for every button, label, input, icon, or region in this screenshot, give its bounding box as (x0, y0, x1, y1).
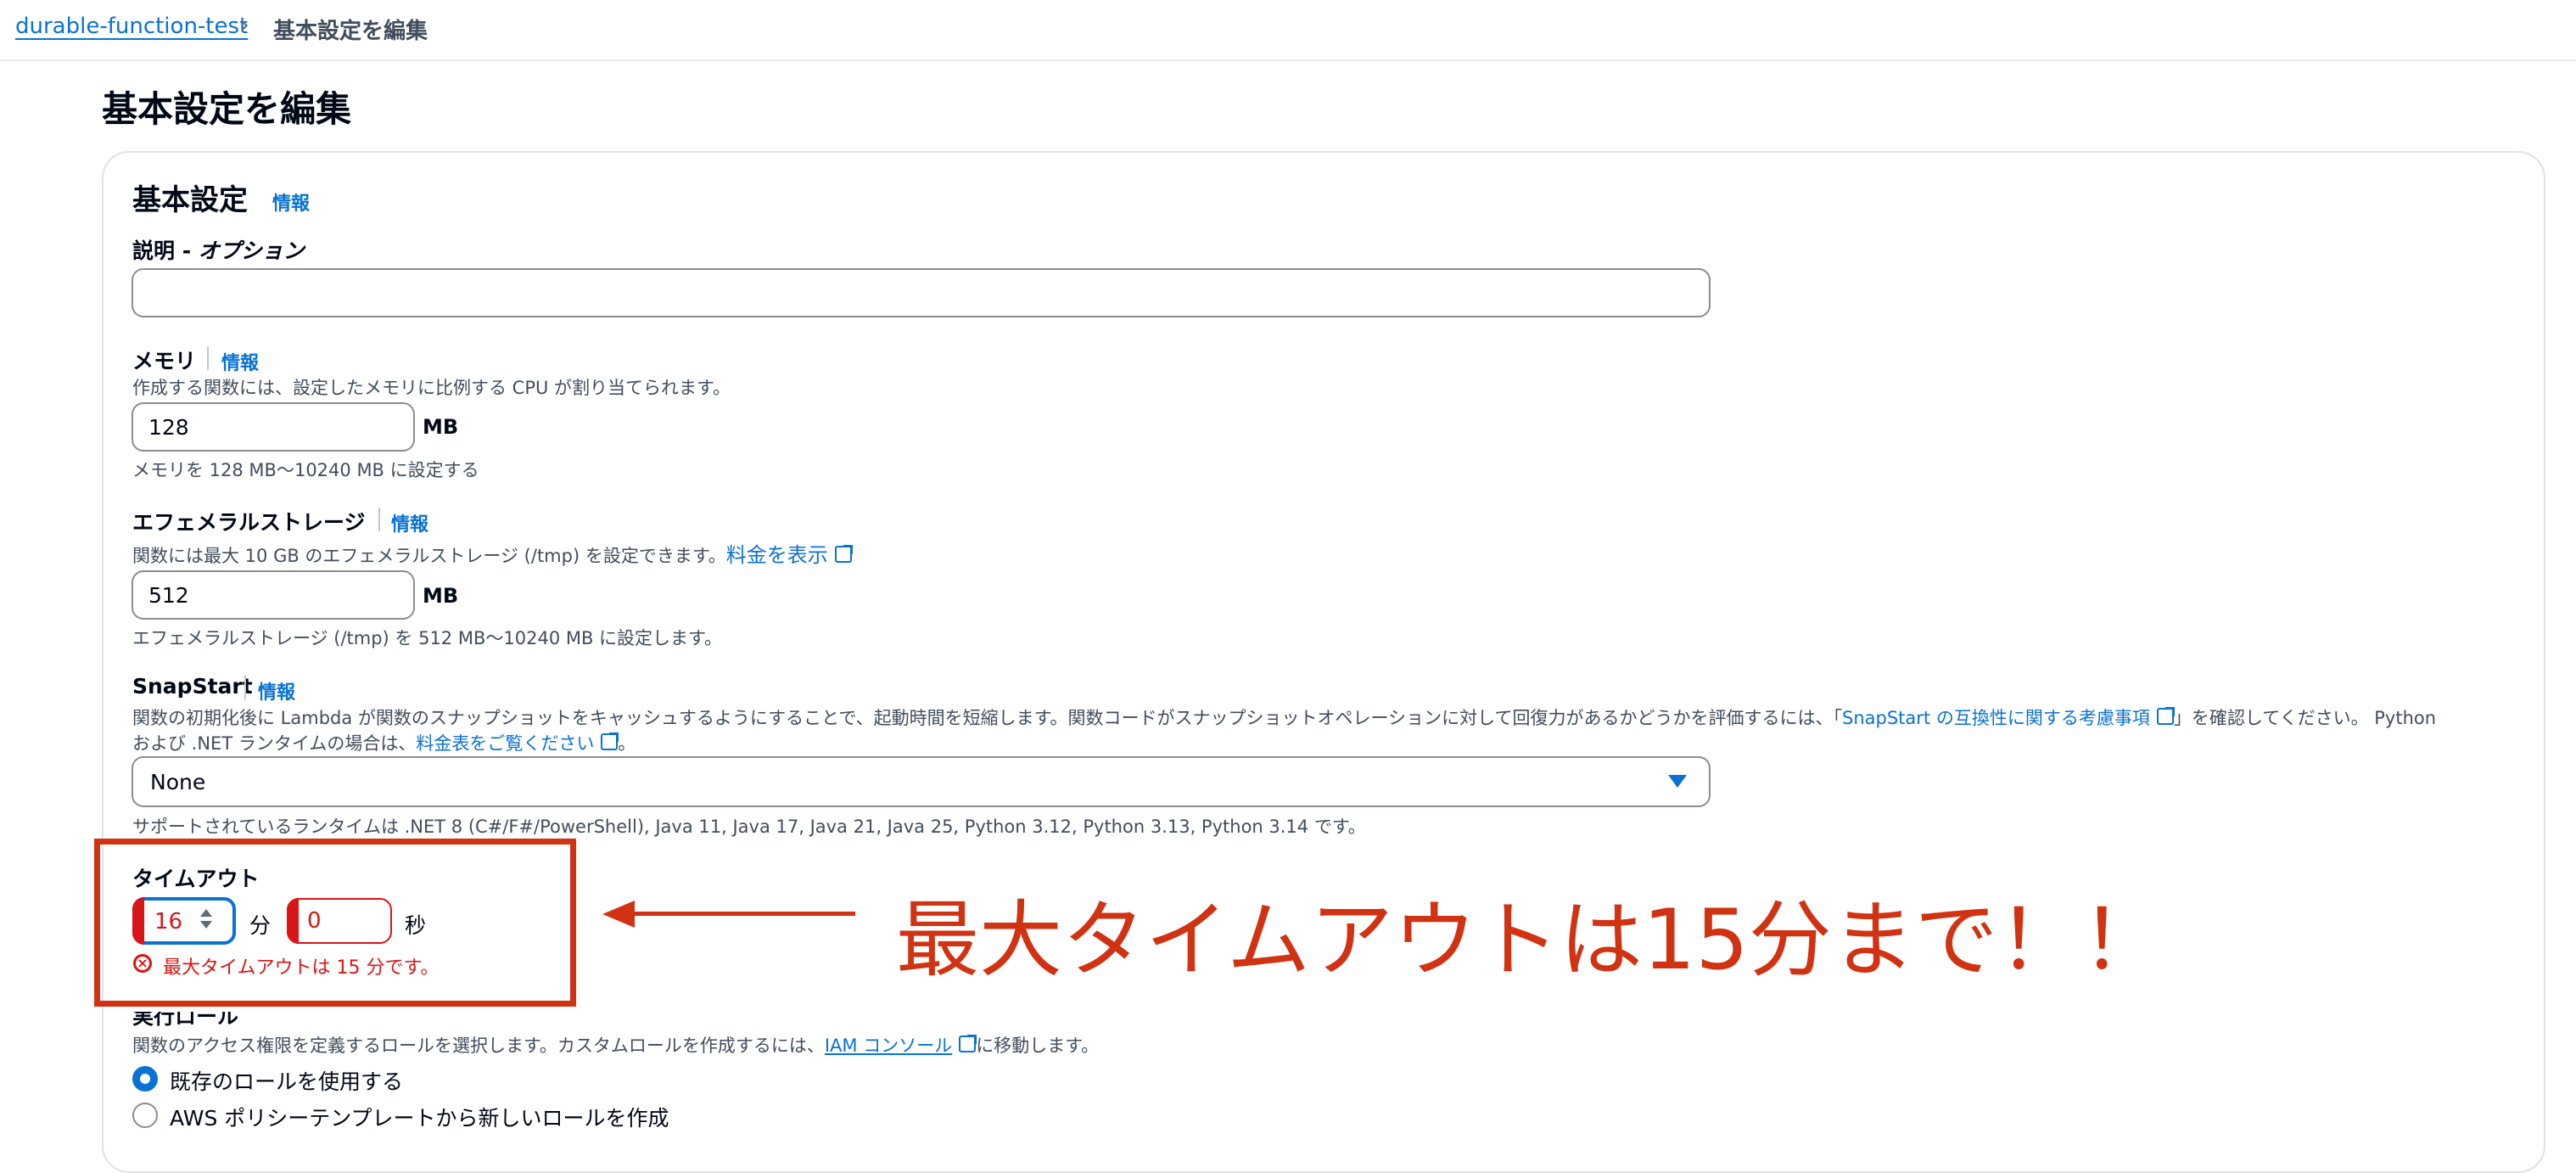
snapstart-select[interactable]: None (132, 756, 1711, 807)
memory-hint: メモリを 128 MB〜10240 MB に設定する (132, 460, 479, 480)
divider (244, 676, 246, 699)
snapstart-pricing-link[interactable]: 料金表をご覧ください (416, 732, 619, 754)
annotation-text: 最大タイムアウトは15分まで！！ (896, 892, 2164, 989)
snapstart-description-line1: 関数の初期化後に Lambda が関数のスナップショットをキャッシュするようにす… (132, 704, 2508, 730)
ephemeral-info-link[interactable]: 情報 (391, 509, 428, 536)
memory-label: メモリ (132, 349, 197, 373)
radio-existing-role-label[interactable]: 既存のロールを使用する (170, 1065, 403, 1096)
iam-console-link-text: IAM コンソール (824, 1035, 953, 1056)
snapstart-selected-value: None (150, 769, 206, 794)
seconds-unit: 秒 (405, 913, 427, 938)
breadcrumb-link-function[interactable]: durable-function-test (15, 14, 248, 39)
snapstart-desc-c: および .NET ランタイムの場合は、 (132, 733, 417, 754)
snapstart-compat-link[interactable]: SnapStart の互換性に関する考慮事項 (1842, 707, 2175, 728)
radio-new-role-from-template[interactable] (132, 1103, 158, 1128)
arrow-left-icon (602, 901, 635, 928)
memory-description: 作成する関数には、設定したメモリに比例する CPU が割り当てられます。 (132, 378, 731, 398)
ephemeral-storage-label: エフェメラルストレージ (132, 510, 366, 535)
timeout-seconds-value: 0 (307, 908, 322, 934)
breadcrumb-current: 基本設定を編集 (273, 19, 428, 44)
external-link-icon (959, 1035, 977, 1052)
section-info-link[interactable]: 情報 (272, 188, 310, 216)
spinner-down-icon[interactable] (200, 921, 212, 929)
ephemeral-hint: エフェメラルストレージ (/tmp) を 512 MB〜10240 MB に設定… (132, 628, 722, 648)
section-title: 基本設定 (132, 183, 248, 217)
radio-existing-role[interactable] (132, 1066, 158, 1092)
caret-down-icon (1668, 775, 1687, 788)
external-link-icon (601, 732, 619, 750)
iam-console-link[interactable]: IAM コンソール (824, 1035, 977, 1056)
error-indicator (132, 897, 144, 945)
description-optional: オプション (198, 239, 305, 263)
snapstart-compat-link-text: SnapStart の互換性に関する考慮事項 (1842, 708, 2150, 728)
breadcrumb-bar: durable-function-test › 基本設定を編集 (0, 0, 2576, 61)
snapstart-info-link[interactable]: 情報 (258, 677, 295, 704)
ephemeral-description-text: 関数には最大 10 GB のエフェメラルストレージ (/tmp) を設定できます… (132, 546, 726, 566)
timeout-minutes-input[interactable]: 16 (132, 897, 236, 945)
spinner-icon[interactable] (200, 909, 214, 929)
memory-input[interactable]: 128 (132, 402, 415, 452)
timeout-label: タイムアウト (132, 867, 260, 891)
divider (378, 508, 380, 531)
memory-unit: MB (423, 415, 459, 439)
minutes-unit: 分 (249, 913, 272, 938)
description-label: 説明 - オプション (132, 234, 305, 265)
external-link-icon (834, 545, 853, 563)
snapstart-label: SnapStart (132, 674, 253, 699)
external-link-icon (2156, 707, 2175, 725)
error-icon: × (133, 954, 152, 973)
radio-new-role-label[interactable]: AWS ポリシーテンプレートから新しいロールを作成 (170, 1102, 669, 1132)
role-desc-b: に移動します。 (976, 1035, 1100, 1056)
ephemeral-description: 関数には最大 10 GB のエフェメラルストレージ (/tmp) を設定できます… (132, 538, 853, 568)
annotation-arrow-line (624, 912, 855, 916)
error-indicator (287, 898, 299, 944)
snapstart-description-line2: および .NET ランタイムの場合は、料金表をご覧ください 。 (132, 730, 636, 755)
description-label-text: 説明 - (132, 239, 199, 263)
timeout-minutes-value: 16 (154, 909, 183, 934)
snapstart-hint: サポートされているランタイムは .NET 8 (C#/F#/PowerShell… (132, 817, 1366, 837)
timeout-seconds-input[interactable]: 0 (287, 898, 392, 944)
spinner-up-icon[interactable] (200, 909, 212, 917)
snapstart-pricing-link-text: 料金表をご覧ください (416, 733, 595, 754)
ephemeral-pricing-link[interactable]: 料金を表示 (725, 543, 853, 567)
ephemeral-storage-input[interactable]: 512 (132, 570, 415, 620)
ephemeral-pricing-link-text: 料金を表示 (725, 543, 828, 567)
ephemeral-unit: MB (423, 584, 459, 608)
snapstart-desc-b: 」を確認してください。 Python (2173, 708, 2437, 728)
timeout-error-message: 最大タイムアウトは 15 分です。 (163, 957, 440, 979)
execution-role-description: 関数のアクセス権限を定義するロールを選択します。カスタムロールを作成するには、I… (132, 1032, 1099, 1058)
page-title: 基本設定を編集 (102, 88, 352, 130)
description-input[interactable] (132, 268, 1711, 317)
chevron-right-icon: › (239, 10, 249, 40)
snapstart-desc-d: 。 (618, 733, 636, 754)
role-desc-a: 関数のアクセス権限を定義するロールを選択します。カスタムロールを作成するには、 (132, 1035, 825, 1056)
snapstart-desc-a: 関数の初期化後に Lambda が関数のスナップショットをキャッシュするようにす… (132, 708, 1842, 728)
divider (207, 346, 209, 370)
memory-info-link[interactable]: 情報 (221, 348, 259, 375)
